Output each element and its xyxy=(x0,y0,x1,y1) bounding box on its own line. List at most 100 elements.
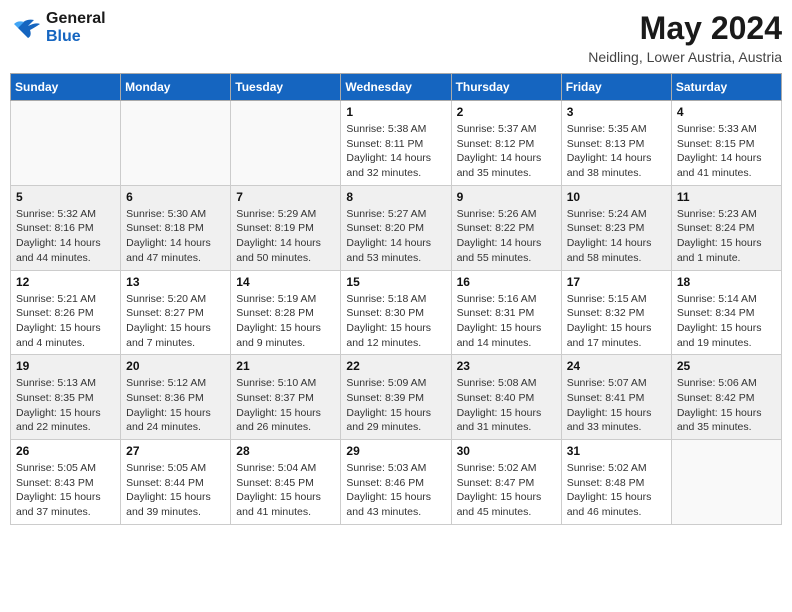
day-number: 3 xyxy=(567,105,666,119)
day-info: Sunrise: 5:03 AM Sunset: 8:46 PM Dayligh… xyxy=(346,461,445,520)
calendar-week-row: 5 Sunrise: 5:32 AM Sunset: 8:16 PM Daylig… xyxy=(11,185,782,270)
calendar-day-cell: 17 Sunrise: 5:15 AM Sunset: 8:32 PM Dayli… xyxy=(561,270,671,355)
logo-text: General Blue xyxy=(46,10,106,46)
day-number: 9 xyxy=(457,190,556,204)
day-number: 5 xyxy=(16,190,115,204)
calendar-day-cell: 24Sunrise: 5:07 AM Sunset: 8:41 PM Dayli… xyxy=(561,355,671,440)
calendar-day-cell xyxy=(671,440,781,525)
day-info: Sunrise: 5:13 AM Sunset: 8:35 PM Dayligh… xyxy=(16,376,115,435)
day-info: Sunrise: 5:24 AM Sunset: 8:23 PM Dayligh… xyxy=(567,207,666,266)
day-info: Sunrise: 5:05 AM Sunset: 8:43 PM Dayligh… xyxy=(16,461,115,520)
day-number: 22 xyxy=(346,359,445,373)
weekday-header: Wednesday xyxy=(341,74,451,101)
day-info: Sunrise: 5:02 AM Sunset: 8:47 PM Dayligh… xyxy=(457,461,556,520)
day-number: 17 xyxy=(567,275,666,289)
day-number: 6 xyxy=(126,190,225,204)
weekday-header: Monday xyxy=(121,74,231,101)
weekday-header: Friday xyxy=(561,74,671,101)
calendar-week-row: 26 Sunrise: 5:05 AM Sunset: 8:43 PM Dayli… xyxy=(11,440,782,525)
day-number: 30 xyxy=(457,444,556,458)
day-number: 1 xyxy=(346,105,445,119)
day-info: Sunrise: 5:07 AM Sunset: 8:41 PM Dayligh… xyxy=(567,376,666,435)
calendar-week-row: 1Sunrise: 5:38 AM Sunset: 8:11 PM Daylig… xyxy=(11,101,782,186)
calendar-day-cell: 7 Sunrise: 5:29 AM Sunset: 8:19 PM Daylig… xyxy=(231,185,341,270)
page-header: General Blue May 2024 Neidling, Lower Au… xyxy=(10,10,782,65)
day-info: Sunrise: 5:05 AM Sunset: 8:44 PM Dayligh… xyxy=(126,461,225,520)
day-number: 23 xyxy=(457,359,556,373)
calendar-day-cell: 25 Sunrise: 5:06 AM Sunset: 8:42 PM Dayli… xyxy=(671,355,781,440)
day-info: Sunrise: 5:15 AM Sunset: 8:32 PM Dayligh… xyxy=(567,292,666,351)
logo-icon xyxy=(10,14,42,42)
calendar-day-cell: 26 Sunrise: 5:05 AM Sunset: 8:43 PM Dayli… xyxy=(11,440,121,525)
calendar-day-cell: 10 Sunrise: 5:24 AM Sunset: 8:23 PM Dayli… xyxy=(561,185,671,270)
weekday-header: Saturday xyxy=(671,74,781,101)
day-number: 8 xyxy=(346,190,445,204)
calendar-day-cell: 3 Sunrise: 5:35 AM Sunset: 8:13 PM Daylig… xyxy=(561,101,671,186)
calendar-day-cell: 12 Sunrise: 5:21 AM Sunset: 8:26 PM Dayli… xyxy=(11,270,121,355)
day-info: Sunrise: 5:19 AM Sunset: 8:28 PM Dayligh… xyxy=(236,292,335,351)
calendar-day-cell: 6 Sunrise: 5:30 AM Sunset: 8:18 PM Daylig… xyxy=(121,185,231,270)
title-block: May 2024 Neidling, Lower Austria, Austri… xyxy=(588,10,782,65)
day-info: Sunrise: 5:14 AM Sunset: 8:34 PM Dayligh… xyxy=(677,292,776,351)
calendar-day-cell: 22 Sunrise: 5:09 AM Sunset: 8:39 PM Dayli… xyxy=(341,355,451,440)
day-info: Sunrise: 5:21 AM Sunset: 8:26 PM Dayligh… xyxy=(16,292,115,351)
calendar-day-cell: 13 Sunrise: 5:20 AM Sunset: 8:27 PM Dayli… xyxy=(121,270,231,355)
day-number: 2 xyxy=(457,105,556,119)
calendar-day-cell: 8 Sunrise: 5:27 AM Sunset: 8:20 PM Daylig… xyxy=(341,185,451,270)
calendar-day-cell: 28 Sunrise: 5:04 AM Sunset: 8:45 PM Dayli… xyxy=(231,440,341,525)
day-info: Sunrise: 5:09 AM Sunset: 8:39 PM Dayligh… xyxy=(346,376,445,435)
logo: General Blue xyxy=(10,10,106,46)
day-number: 7 xyxy=(236,190,335,204)
day-info: Sunrise: 5:12 AM Sunset: 8:36 PM Dayligh… xyxy=(126,376,225,435)
calendar-day-cell: 27 Sunrise: 5:05 AM Sunset: 8:44 PM Dayli… xyxy=(121,440,231,525)
day-number: 20 xyxy=(126,359,225,373)
day-number: 28 xyxy=(236,444,335,458)
day-number: 10 xyxy=(567,190,666,204)
day-info: Sunrise: 5:10 AM Sunset: 8:37 PM Dayligh… xyxy=(236,376,335,435)
calendar-day-cell: 31Sunrise: 5:02 AM Sunset: 8:48 PM Dayli… xyxy=(561,440,671,525)
calendar-day-cell: 9Sunrise: 5:26 AM Sunset: 8:22 PM Daylig… xyxy=(451,185,561,270)
weekday-header: Sunday xyxy=(11,74,121,101)
day-number: 14 xyxy=(236,275,335,289)
day-info: Sunrise: 5:20 AM Sunset: 8:27 PM Dayligh… xyxy=(126,292,225,351)
day-number: 13 xyxy=(126,275,225,289)
day-info: Sunrise: 5:35 AM Sunset: 8:13 PM Dayligh… xyxy=(567,122,666,181)
day-info: Sunrise: 5:33 AM Sunset: 8:15 PM Dayligh… xyxy=(677,122,776,181)
day-number: 25 xyxy=(677,359,776,373)
day-info: Sunrise: 5:08 AM Sunset: 8:40 PM Dayligh… xyxy=(457,376,556,435)
calendar-week-row: 19Sunrise: 5:13 AM Sunset: 8:35 PM Dayli… xyxy=(11,355,782,440)
day-number: 31 xyxy=(567,444,666,458)
day-info: Sunrise: 5:18 AM Sunset: 8:30 PM Dayligh… xyxy=(346,292,445,351)
day-number: 11 xyxy=(677,190,776,204)
day-number: 16 xyxy=(457,275,556,289)
day-number: 12 xyxy=(16,275,115,289)
calendar-day-cell: 5 Sunrise: 5:32 AM Sunset: 8:16 PM Daylig… xyxy=(11,185,121,270)
calendar-day-cell: 11 Sunrise: 5:23 AM Sunset: 8:24 PM Dayli… xyxy=(671,185,781,270)
calendar-week-row: 12 Sunrise: 5:21 AM Sunset: 8:26 PM Dayli… xyxy=(11,270,782,355)
day-number: 4 xyxy=(677,105,776,119)
day-info: Sunrise: 5:30 AM Sunset: 8:18 PM Dayligh… xyxy=(126,207,225,266)
calendar-day-cell: 29 Sunrise: 5:03 AM Sunset: 8:46 PM Dayli… xyxy=(341,440,451,525)
day-info: Sunrise: 5:32 AM Sunset: 8:16 PM Dayligh… xyxy=(16,207,115,266)
day-number: 26 xyxy=(16,444,115,458)
day-number: 27 xyxy=(126,444,225,458)
location-subtitle: Neidling, Lower Austria, Austria xyxy=(588,49,782,65)
calendar-day-cell: 19Sunrise: 5:13 AM Sunset: 8:35 PM Dayli… xyxy=(11,355,121,440)
calendar-day-cell: 15 Sunrise: 5:18 AM Sunset: 8:30 PM Dayli… xyxy=(341,270,451,355)
day-info: Sunrise: 5:06 AM Sunset: 8:42 PM Dayligh… xyxy=(677,376,776,435)
day-info: Sunrise: 5:04 AM Sunset: 8:45 PM Dayligh… xyxy=(236,461,335,520)
day-info: Sunrise: 5:29 AM Sunset: 8:19 PM Dayligh… xyxy=(236,207,335,266)
calendar-day-cell: 20 Sunrise: 5:12 AM Sunset: 8:36 PM Dayli… xyxy=(121,355,231,440)
day-info: Sunrise: 5:27 AM Sunset: 8:20 PM Dayligh… xyxy=(346,207,445,266)
weekday-header: Tuesday xyxy=(231,74,341,101)
day-info: Sunrise: 5:37 AM Sunset: 8:12 PM Dayligh… xyxy=(457,122,556,181)
day-number: 15 xyxy=(346,275,445,289)
day-info: Sunrise: 5:23 AM Sunset: 8:24 PM Dayligh… xyxy=(677,207,776,266)
calendar-table: SundayMondayTuesdayWednesdayThursdayFrid… xyxy=(10,73,782,525)
calendar-day-cell: 30 Sunrise: 5:02 AM Sunset: 8:47 PM Dayli… xyxy=(451,440,561,525)
calendar-day-cell: 2 Sunrise: 5:37 AM Sunset: 8:12 PM Daylig… xyxy=(451,101,561,186)
weekday-header: Thursday xyxy=(451,74,561,101)
day-number: 29 xyxy=(346,444,445,458)
calendar-day-cell: 23 Sunrise: 5:08 AM Sunset: 8:40 PM Dayli… xyxy=(451,355,561,440)
calendar-day-cell: 18Sunrise: 5:14 AM Sunset: 8:34 PM Dayli… xyxy=(671,270,781,355)
